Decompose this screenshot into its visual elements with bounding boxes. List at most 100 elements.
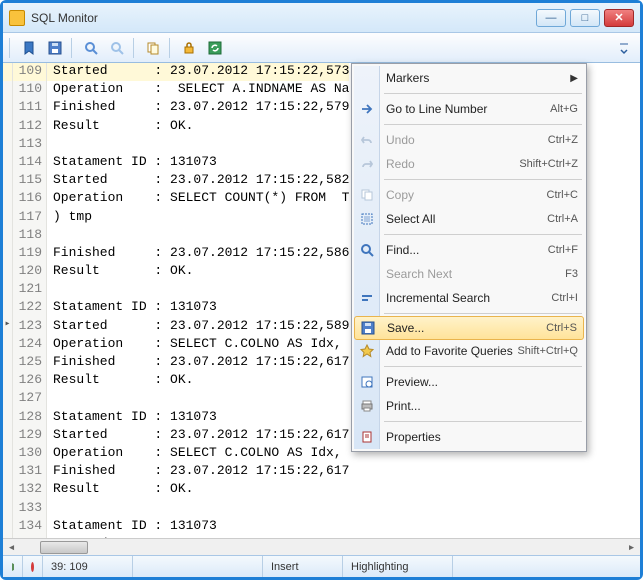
line-marker bbox=[3, 500, 13, 518]
menu-item-go-to-line-number[interactable]: Go to Line NumberAlt+G bbox=[354, 97, 584, 121]
refresh-button[interactable] bbox=[203, 36, 227, 60]
horizontal-scrollbar[interactable]: ◂ ▸ bbox=[3, 538, 640, 555]
window-title: SQL Monitor bbox=[31, 11, 536, 25]
menu-item-preview[interactable]: Preview... bbox=[354, 370, 584, 394]
line-text bbox=[47, 136, 53, 154]
line-number: 124 bbox=[13, 336, 47, 354]
line-number: 132 bbox=[13, 481, 47, 499]
line-marker bbox=[3, 445, 13, 463]
zoom-out-button[interactable] bbox=[105, 36, 129, 60]
line-marker bbox=[3, 463, 13, 481]
menu-item-label: Incremental Search bbox=[386, 291, 551, 305]
blank-icon bbox=[359, 266, 375, 282]
line-number: 111 bbox=[13, 99, 47, 117]
line-number: 130 bbox=[13, 445, 47, 463]
line-text bbox=[47, 500, 53, 518]
status-field-1 bbox=[133, 556, 263, 577]
line-text: Statament ID : 131073 bbox=[47, 409, 217, 427]
line-number: 129 bbox=[13, 427, 47, 445]
copy-button[interactable] bbox=[141, 36, 165, 60]
menu-item-shortcut: Ctrl+S bbox=[546, 322, 577, 334]
menu-item-print[interactable]: Print... bbox=[354, 394, 584, 418]
menu-item-select-all[interactable]: Select AllCtrl+A bbox=[354, 207, 584, 231]
menu-item-search-next: Search NextF3 bbox=[354, 262, 584, 286]
menu-item-shortcut: Shift+Ctrl+Q bbox=[517, 345, 578, 357]
line-marker bbox=[3, 81, 13, 99]
scroll-right-arrow[interactable]: ▸ bbox=[623, 539, 640, 556]
redo-icon bbox=[359, 156, 375, 172]
zoom-in-button[interactable] bbox=[79, 36, 103, 60]
line-number: 123 bbox=[13, 318, 47, 336]
menu-item-label: Select All bbox=[386, 212, 547, 226]
line-marker bbox=[3, 136, 13, 154]
line-text bbox=[47, 281, 53, 299]
log-line[interactable]: 134Statament ID : 131073 bbox=[3, 518, 640, 536]
line-number: 125 bbox=[13, 354, 47, 372]
line-marker bbox=[3, 427, 13, 445]
menu-item-markers[interactable]: Markers▶ bbox=[354, 66, 584, 90]
log-line[interactable]: 131Finished : 23.07.2012 17:15:22,617 bbox=[3, 463, 640, 481]
menu-item-find[interactable]: Find...Ctrl+F bbox=[354, 238, 584, 262]
line-marker bbox=[3, 518, 13, 536]
menu-item-label: Go to Line Number bbox=[386, 102, 550, 116]
scroll-left-arrow[interactable]: ◂ bbox=[3, 539, 20, 556]
line-marker bbox=[3, 409, 13, 427]
app-icon bbox=[9, 10, 25, 26]
line-text: Statament ID : 131073 bbox=[47, 154, 217, 172]
menu-item-label: Properties bbox=[386, 430, 578, 444]
insert-mode: Insert bbox=[263, 556, 343, 577]
context-menu[interactable]: Markers▶Go to Line NumberAlt+GUndoCtrl+Z… bbox=[351, 63, 587, 452]
close-button[interactable]: ✕ bbox=[604, 9, 634, 27]
maximize-button[interactable]: □ bbox=[570, 9, 600, 27]
menu-item-label: Find... bbox=[386, 243, 548, 257]
goto-icon bbox=[359, 101, 375, 117]
line-number: 112 bbox=[13, 118, 47, 136]
incsearch-icon bbox=[359, 290, 375, 306]
menu-item-shortcut: Ctrl+F bbox=[548, 244, 578, 256]
line-text: Result : OK. bbox=[47, 263, 193, 281]
menu-item-save[interactable]: Save...Ctrl+S bbox=[354, 316, 584, 340]
record-icon bbox=[31, 562, 34, 572]
log-line[interactable]: 133 bbox=[3, 500, 640, 518]
menu-item-shortcut: Ctrl+A bbox=[547, 213, 578, 225]
line-number: 131 bbox=[13, 463, 47, 481]
line-marker bbox=[3, 209, 13, 227]
line-number: 122 bbox=[13, 299, 47, 317]
play-button[interactable] bbox=[3, 556, 23, 577]
toolbar-overflow-button[interactable] bbox=[612, 36, 636, 60]
menu-item-redo: RedoShift+Ctrl+Z bbox=[354, 152, 584, 176]
menu-item-shortcut: Ctrl+I bbox=[551, 292, 578, 304]
line-marker: ▸ bbox=[3, 318, 13, 336]
highlighting-mode: Highlighting bbox=[343, 556, 453, 577]
bookmark-button[interactable] bbox=[17, 36, 41, 60]
line-marker bbox=[3, 245, 13, 263]
selectall-icon bbox=[359, 211, 375, 227]
menu-item-label: Redo bbox=[386, 157, 519, 171]
minimize-button[interactable]: — bbox=[536, 9, 566, 27]
menu-item-add-to-favorite-queries[interactable]: Add to Favorite QueriesShift+Ctrl+Q bbox=[354, 339, 584, 363]
record-button[interactable] bbox=[23, 556, 43, 577]
menu-item-label: Save... bbox=[387, 321, 546, 335]
line-number: 109 bbox=[13, 63, 47, 81]
menu-item-properties[interactable]: Properties bbox=[354, 425, 584, 449]
line-text: Result : OK. bbox=[47, 481, 193, 499]
line-marker bbox=[3, 263, 13, 281]
line-text bbox=[47, 227, 53, 245]
line-text: Finished : 23.07.2012 17:15:22,617 bbox=[47, 354, 349, 372]
menu-item-label: Add to Favorite Queries bbox=[386, 344, 517, 358]
title-bar[interactable]: SQL Monitor — □ ✕ bbox=[3, 3, 640, 33]
menu-item-shortcut: Ctrl+C bbox=[547, 189, 578, 201]
log-line[interactable]: 132Result : OK. bbox=[3, 481, 640, 499]
line-marker bbox=[3, 481, 13, 499]
save-button[interactable] bbox=[43, 36, 67, 60]
line-text: Started : 23.07.2012 17:15:22,617 bbox=[47, 427, 349, 445]
line-text: Started : 23.07.2012 17:15:22,582 bbox=[47, 172, 349, 190]
line-text: Started : 23.07.2012 17:15:22,573 bbox=[47, 63, 349, 81]
line-text bbox=[47, 390, 53, 408]
lock-button[interactable] bbox=[177, 36, 201, 60]
scroll-thumb[interactable] bbox=[40, 541, 88, 554]
line-number: 134 bbox=[13, 518, 47, 536]
line-text: Finished : 23.07.2012 17:15:22,579 bbox=[47, 99, 349, 117]
preview-icon bbox=[359, 374, 375, 390]
menu-item-incremental-search[interactable]: Incremental SearchCtrl+I bbox=[354, 286, 584, 310]
